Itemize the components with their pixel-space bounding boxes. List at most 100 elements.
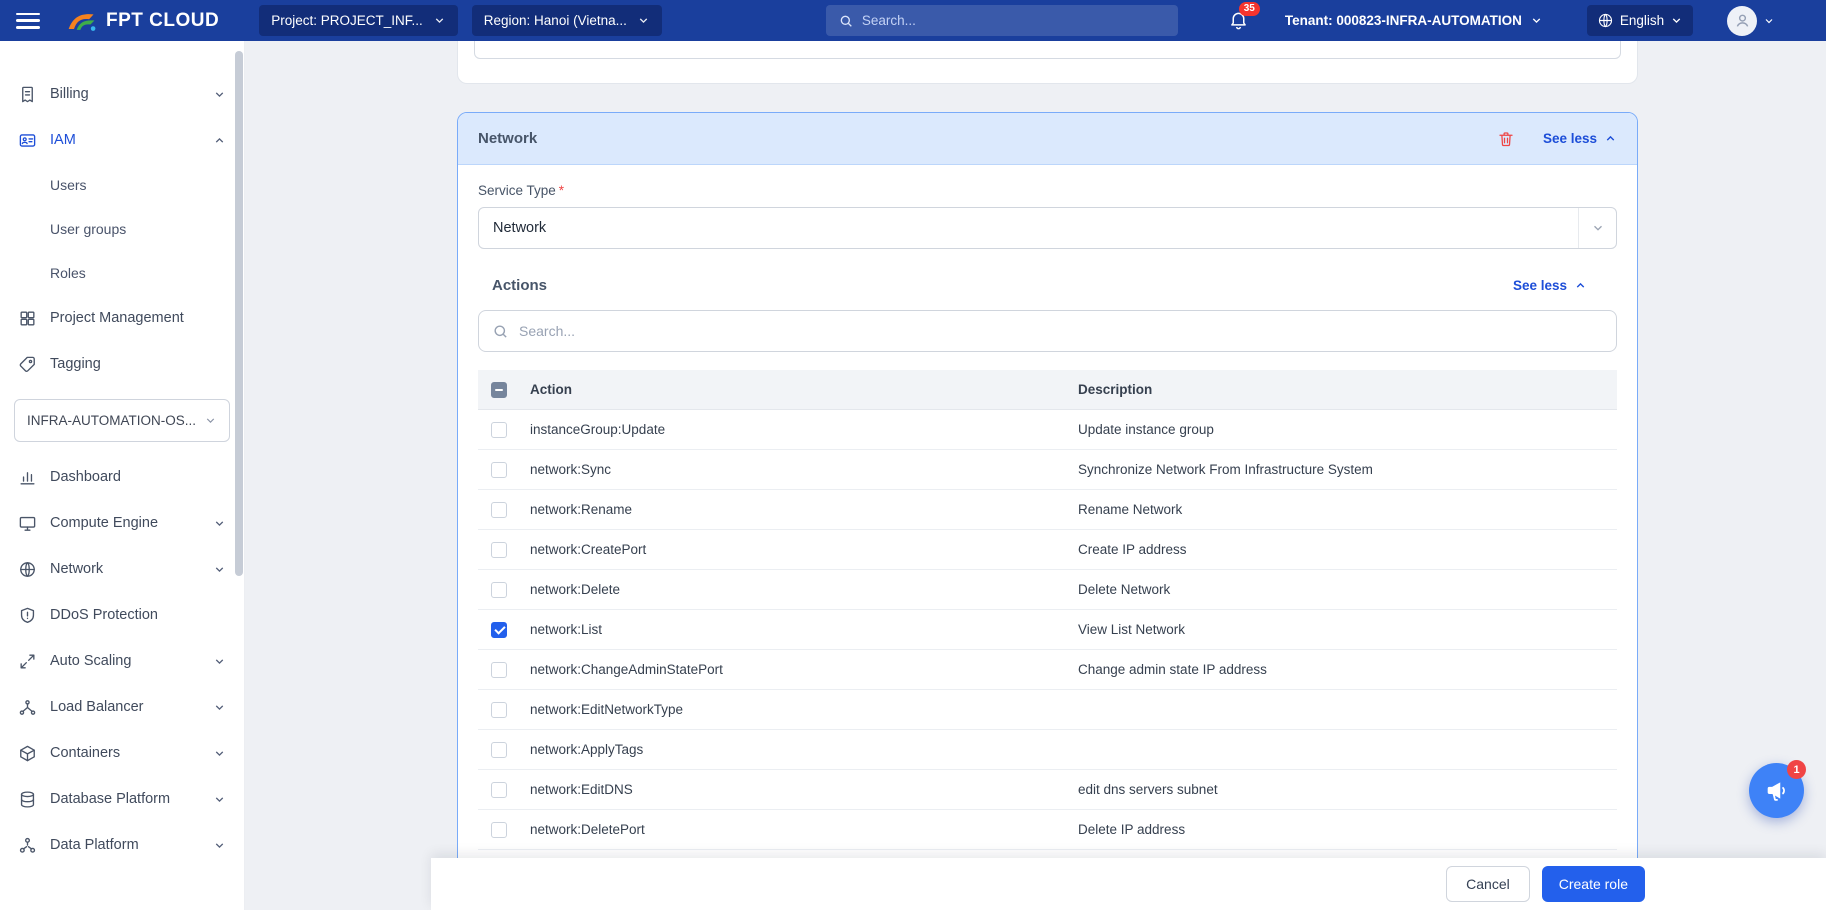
table-row[interactable]: network:DeleteDelete Network (478, 570, 1617, 610)
actions-title: Actions (492, 277, 547, 294)
actions-search[interactable] (478, 310, 1617, 352)
network-icon (18, 560, 37, 579)
sidebar-item-dashboard[interactable]: Dashboard (0, 454, 244, 500)
table-row[interactable]: network:ListView List Network (478, 610, 1617, 650)
language-selector[interactable]: English (1587, 5, 1693, 36)
sidebar-item-label: Project Management (50, 310, 226, 326)
sidebar-item-users[interactable]: Users (0, 163, 244, 207)
sidebar-item-ddos-protection[interactable]: DDoS Protection (0, 592, 244, 638)
row-checkbox[interactable] (491, 542, 507, 558)
chevron-down-icon (433, 14, 446, 27)
global-search[interactable] (826, 5, 1178, 36)
description-cell: Delete IP address (1078, 822, 1617, 837)
row-checkbox[interactable] (491, 822, 507, 838)
menu-icon[interactable] (16, 11, 42, 31)
sidebar-item-label: Tagging (50, 356, 226, 372)
description-cell: Change admin state IP address (1078, 662, 1617, 677)
region-selector[interactable]: Region: Hanoi (Vietna... (472, 5, 662, 36)
row-checkbox[interactable] (491, 422, 507, 438)
see-less-label: See less (1513, 278, 1567, 293)
tenant-selector[interactable]: Tenant: 000823-INFRA-AUTOMATION (1285, 13, 1543, 28)
sidebar-item-load-balancer[interactable]: Load Balancer (0, 684, 244, 730)
service-type-label-text: Service Type (478, 183, 556, 198)
table-row[interactable]: network:EditNetworkType (478, 690, 1617, 730)
action-cell: instanceGroup:Update (530, 422, 1078, 437)
chevron-down-icon (213, 701, 226, 714)
action-cell: network:ChangeAdminStatePort (530, 662, 1078, 677)
sidebar-item-database-platform[interactable]: Database Platform (0, 776, 244, 822)
region-selector-label: Region: Hanoi (Vietna... (484, 13, 627, 28)
actions-search-input[interactable] (519, 323, 1616, 339)
sidebar-item-label: Database Platform (50, 791, 200, 807)
description-cell: Rename Network (1078, 502, 1617, 517)
table-row[interactable]: network:ApplyTags (478, 730, 1617, 770)
service-type-value: Network (479, 208, 1578, 248)
table-row[interactable]: network:ChangeAdminStatePortChange admin… (478, 650, 1617, 690)
cancel-button[interactable]: Cancel (1446, 866, 1530, 902)
global-search-input[interactable] (862, 13, 1166, 28)
actions-see-less-button[interactable]: See less (1513, 278, 1587, 293)
sidebar-item-tagging[interactable]: Tagging (0, 341, 244, 387)
ddos-icon (18, 606, 37, 625)
row-checkbox[interactable] (491, 702, 507, 718)
dashboard-icon (18, 468, 37, 487)
containers-icon (18, 744, 37, 763)
sidebar-item-project-management[interactable]: Project Management (0, 295, 244, 341)
table-row[interactable]: network:CreatePortCreate IP address (478, 530, 1617, 570)
row-checkbox[interactable] (491, 662, 507, 678)
announcements-fab[interactable]: 1 (1749, 763, 1804, 818)
person-icon (1733, 11, 1752, 30)
action-cell: network:Rename (530, 502, 1078, 517)
action-cell: network:List (530, 622, 1078, 637)
sidebar-item-roles[interactable]: Roles (0, 251, 244, 295)
table-row[interactable]: network:EditDNSedit dns servers subnet (478, 770, 1617, 810)
delete-section-button[interactable] (1497, 130, 1515, 148)
sidebar-item-data-platform[interactable]: Data Platform (0, 822, 244, 868)
network-see-less-button[interactable]: See less (1543, 131, 1617, 146)
chevron-down-icon (204, 414, 217, 427)
sidebar-scrollbar[interactable] (235, 51, 243, 576)
row-checkbox[interactable] (491, 622, 507, 638)
sidebar-item-label: Billing (50, 86, 200, 102)
search-icon (838, 13, 854, 29)
row-checkbox[interactable] (491, 582, 507, 598)
billing-icon (18, 85, 37, 104)
sidebar-item-containers[interactable]: Containers (0, 730, 244, 776)
sidebar-item-label: IAM (50, 132, 200, 148)
create-role-button[interactable]: Create role (1542, 866, 1645, 902)
sidebar-item-network[interactable]: Network (0, 546, 244, 592)
table-row[interactable]: network:DeletePortDelete IP address (478, 810, 1617, 850)
chevron-down-icon (213, 839, 226, 852)
select-all-checkbox[interactable] (491, 382, 507, 398)
action-cell: network:Sync (530, 462, 1078, 477)
service-type-select[interactable]: Network (478, 207, 1617, 249)
row-checkbox[interactable] (491, 462, 507, 478)
notifications-button[interactable]: 35 (1228, 9, 1249, 33)
row-checkbox[interactable] (491, 782, 507, 798)
row-checkbox[interactable] (491, 742, 507, 758)
avatar (1727, 6, 1757, 36)
previous-section-card (457, 41, 1638, 84)
chevron-up-icon (1604, 132, 1617, 145)
sidebar-item-compute-engine[interactable]: Compute Engine (0, 500, 244, 546)
project-selector[interactable]: Project: PROJECT_INF... (259, 5, 458, 36)
previous-section-input[interactable] (474, 41, 1621, 59)
workspace-select-value: INFRA-AUTOMATION-OS... (27, 413, 204, 428)
sidebar-item-user-groups[interactable]: User groups (0, 207, 244, 251)
table-row[interactable]: network:SyncSynchronize Network From Inf… (478, 450, 1617, 490)
table-row[interactable]: instanceGroup:UpdateUpdate instance grou… (478, 410, 1617, 450)
sidebar-item-label: DDoS Protection (50, 607, 226, 623)
required-mark: * (559, 183, 564, 198)
sidebar-item-auto-scaling[interactable]: Auto Scaling (0, 638, 244, 684)
column-header-description: Description (1078, 382, 1617, 397)
sidebar-item-label: Auto Scaling (50, 653, 200, 669)
row-checkbox[interactable] (491, 502, 507, 518)
table-row[interactable]: network:RenameRename Network (478, 490, 1617, 530)
user-menu[interactable] (1727, 6, 1775, 36)
workspace-select[interactable]: INFRA-AUTOMATION-OS... (14, 399, 230, 442)
table-header-row: Action Description (478, 370, 1617, 410)
sidebar-item-iam[interactable]: IAM (0, 117, 244, 163)
sidebar-item-billing[interactable]: Billing (0, 71, 244, 117)
trash-icon (1497, 130, 1515, 148)
project-selector-label: Project: PROJECT_INF... (271, 13, 423, 28)
